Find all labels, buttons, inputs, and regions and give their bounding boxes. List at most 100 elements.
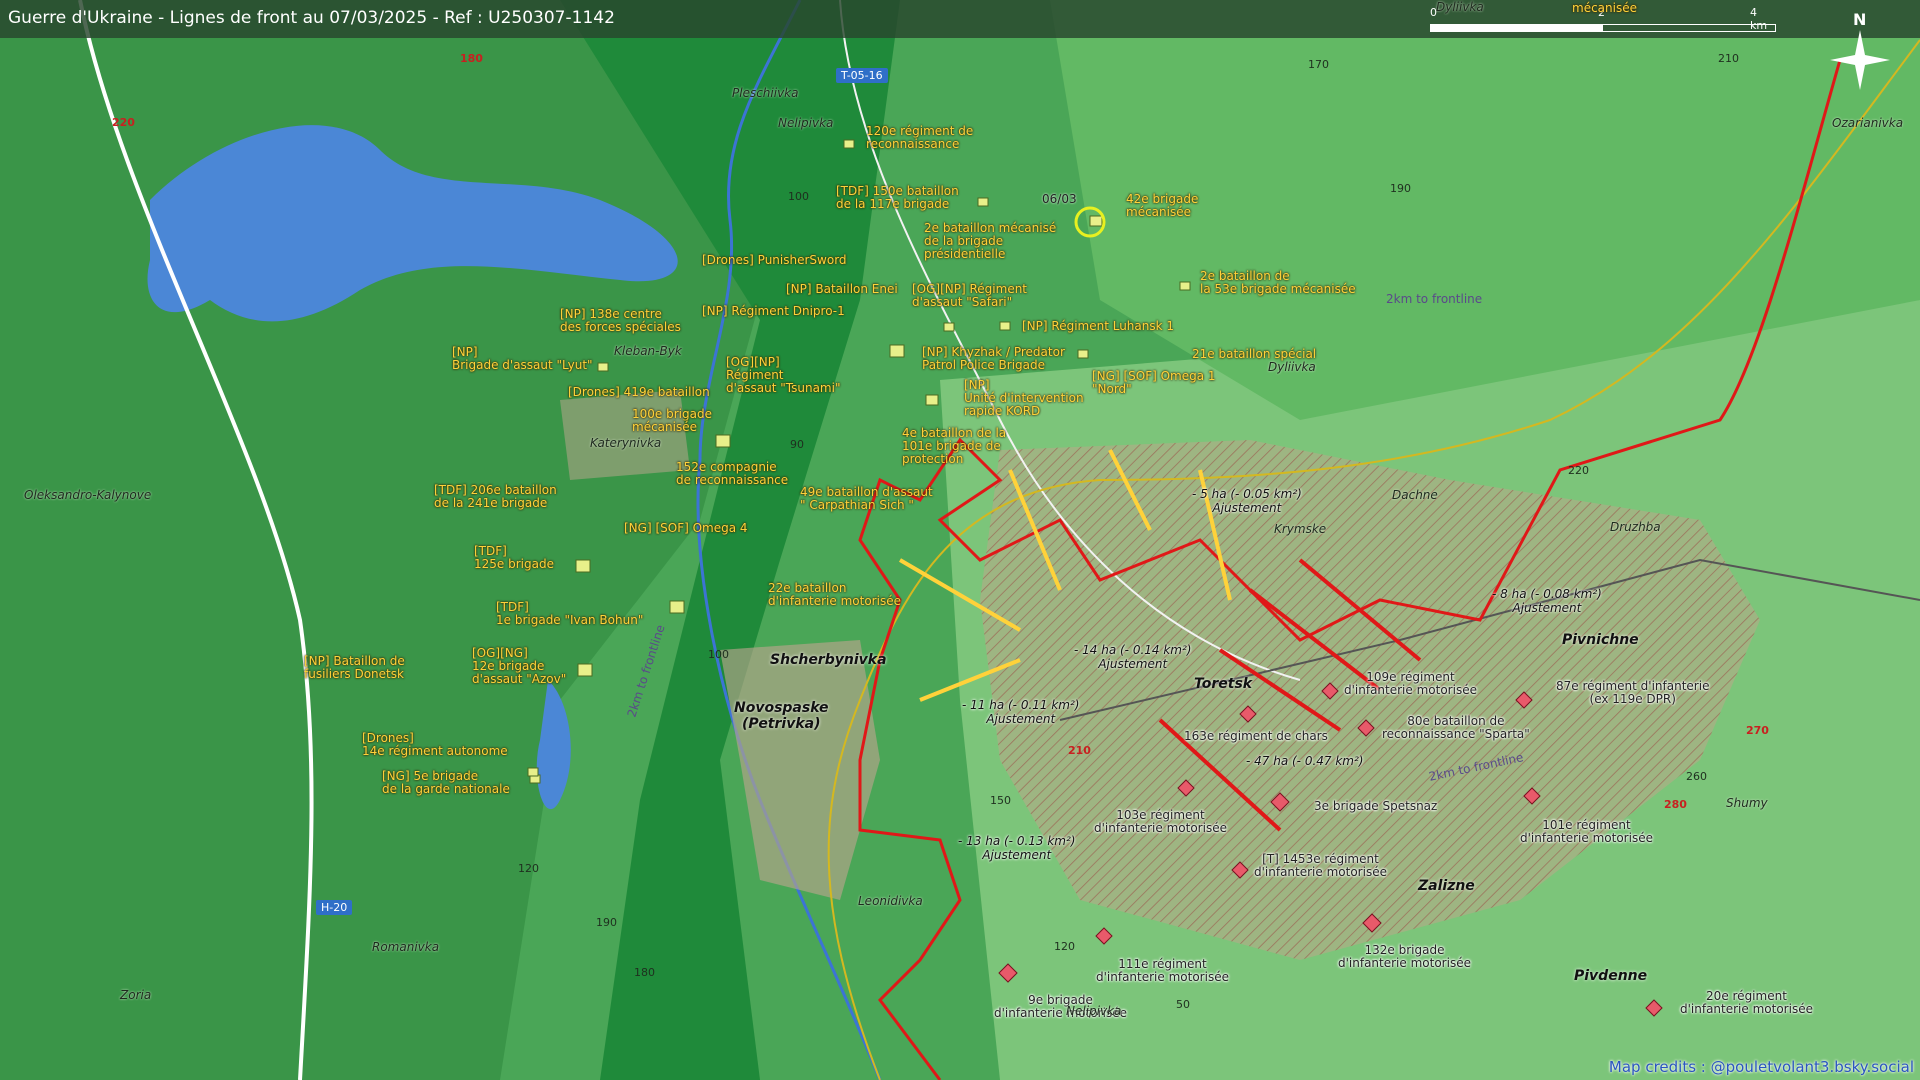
unit-label-rus: 109e régiment d'infanterie motorisée (1344, 670, 1477, 697)
elevation-label: 150 (990, 794, 1011, 807)
unit-label-ukr: 4e bataillon de la 101e brigade de prote… (902, 426, 1007, 466)
katerynivka-urban (560, 390, 690, 480)
adjustment-label: - 8 ha (- 0.08 km²) Ajustement (1492, 587, 1602, 615)
unit-label-rus: 101e régiment d'infanterie motorisée (1520, 818, 1653, 845)
unit-label-ukr: [TDF] 125e brigade (474, 544, 554, 571)
unit-label-ukr: [Drones] 419e bataillon (568, 385, 710, 399)
unit-label-ukr: 100e brigade mécanisée (632, 407, 712, 434)
unit-label-rus: 80e bataillon de reconnaissance "Sparta" (1382, 714, 1530, 741)
unit-label-ukr: [NG] 5e brigade de la garde nationale (382, 769, 510, 796)
town-label: Toretsk (1194, 676, 1253, 692)
elevation-label: 280 (1664, 798, 1687, 811)
road-badge: H-20 (316, 900, 353, 915)
place-label: Pleschiivka (732, 86, 799, 100)
unit-label-ukr: [TDF] 1e brigade "Ivan Bohun" (496, 600, 644, 627)
compass: N (1820, 10, 1900, 90)
unit-label-rus: 20e régiment d'infanterie motorisée (1680, 989, 1813, 1016)
elevation-label: 260 (1686, 770, 1707, 783)
unit-label-ukr: [Drones] 14e régiment autonome (362, 731, 508, 758)
unit-label-rus: [T] 1453e régiment d'infanterie motorisé… (1254, 852, 1387, 879)
elevation-label: 100 (788, 190, 809, 203)
elevation-label: 90 (790, 438, 804, 451)
place-label: Katerynivka (590, 436, 662, 450)
elevation-label: 180 (634, 966, 655, 979)
compass-star-icon (1830, 30, 1890, 90)
unit-label-ukr: [TDF] 150e bataillon de la 117e brigade (836, 184, 959, 211)
scale-bar-fill (1430, 24, 1603, 32)
unit-label-ukr: [NG] [SOF] Omega 1 "Nord" (1092, 369, 1216, 396)
town-label: Shcherbynivka (770, 652, 887, 668)
place-label: Romanivka (372, 940, 440, 954)
unit-label-ukr: [OG][NP] Régiment d'assaut "Safari" (912, 282, 1028, 309)
top-edge-label: mécanisée (1572, 1, 1637, 15)
elevation-label: 100 (708, 648, 729, 661)
place-top-dyliivka: Dyliivka (1436, 0, 1484, 14)
unit-label-ukr: 120e régiment de reconnaissance (866, 124, 974, 151)
place-label: Shumy (1726, 796, 1768, 810)
unit-label-ukr: 2e bataillon mécanisé de la brigade prés… (924, 221, 1057, 261)
unit-label-ukr: [NP] Bataillon Enei (786, 282, 898, 296)
place-label: Nelipivka (1066, 1004, 1122, 1018)
elevation-label: 180 (460, 52, 483, 65)
road-badge: T-05-16 (836, 68, 888, 83)
unit-label-ukr: 2e bataillon de la 53e brigade mécanisée (1200, 269, 1356, 296)
town-label: Novospaske (Petrivka) (734, 700, 829, 732)
frontline-distance-label: 2km to frontline (1386, 292, 1483, 306)
place-label: Oleksandro-Kalynove (24, 488, 152, 502)
scale-label-4km: 4 km (1750, 6, 1768, 32)
place-label: Zoria (120, 988, 152, 1002)
unit-label-ukr: [NP] Bataillon de fusiliers Donetsk (304, 654, 405, 681)
unit-label-rus: 3e brigade Spetsnaz (1314, 799, 1438, 813)
adjustment-label: - 47 ha (- 0.47 km²) (1246, 754, 1364, 768)
unit-label-ukr: [NP] Régiment Luhansk 1 (1022, 319, 1175, 333)
unit-label-ukr: [NP] Unité d'intervention rapide KORD (964, 378, 1084, 418)
map-title: Guerre d'Ukraine - Lignes de front au 07… (8, 8, 615, 28)
unit-label-ukr: 49e bataillon d'assaut " Carpathian Sich… (800, 485, 933, 512)
place-label: Druzhba (1610, 520, 1661, 534)
adjustment-label: - 5 ha (- 0.05 km²) Ajustement (1192, 487, 1302, 515)
adjustment-label: - 11 ha (- 0.11 km²) Ajustement (962, 698, 1080, 726)
map-credits[interactable]: Map credits : @pouletvolant3.bsky.social (1609, 1058, 1914, 1076)
elevation-label: 170 (1308, 58, 1329, 71)
unit-label-rus: 103e régiment d'infanterie motorisée (1094, 808, 1227, 835)
place-label: Nelipivka (778, 116, 834, 130)
town-label: Pivdenne (1574, 968, 1648, 984)
elevation-label: 50 (1176, 998, 1190, 1011)
elevation-label: 210 (1068, 744, 1091, 757)
unit-label-ukr: 22e bataillon d'infanterie motorisée (768, 581, 901, 608)
unit-label-ukr: [NP] Brigade d'assaut "Lyut" (452, 345, 593, 372)
town-label: Pivnichne (1562, 632, 1639, 648)
unit-label-rus: 111e régiment d'infanterie motorisée (1096, 957, 1229, 984)
date-marker: 06/03 (1042, 192, 1077, 206)
place-label: Ozarianivka (1832, 116, 1904, 130)
elevation-label: 190 (596, 916, 617, 929)
unit-label-rus: 87e régiment d'infanterie (ex 119e DPR) (1556, 679, 1710, 706)
unit-label-rus: 132e brigade d'infanterie motorisée (1338, 943, 1471, 970)
place-label: Kleban-Byk (614, 344, 682, 358)
place-label: Krymske (1274, 522, 1327, 536)
unit-label-ukr: 152e compagnie de reconnaissance (676, 460, 789, 487)
elevation-label: 120 (518, 862, 539, 875)
unit-label-ukr: [NP] Régiment Dnipro-1 (702, 304, 845, 318)
title-bar: Guerre d'Ukraine - Lignes de front au 07… (0, 0, 1920, 38)
town-label: Zalizne (1418, 878, 1475, 894)
adjustment-label: - 14 ha (- 0.14 km²) Ajustement (1074, 643, 1192, 671)
place-label: Dyliivka (1268, 360, 1316, 374)
unit-label-ukr: [Drones] PunisherSword (702, 253, 847, 267)
unit-label-ukr: [NP] Khyzhak / Predator Patrol Police Br… (922, 345, 1065, 372)
unit-label-ukr: [OG][NG] 12e brigade d'assaut "Azov" (472, 646, 567, 686)
unit-label-ukr: [OG][NP] Régiment d'assaut "Tsunami" (726, 355, 841, 395)
unit-label-ukr: [TDF] 206e bataillon de la 241e brigade (434, 483, 557, 510)
adjustment-label: - 13 ha (- 0.13 km²) Ajustement (958, 834, 1076, 862)
elevation-label: 120 (1054, 940, 1075, 953)
elevation-label: 270 (1746, 724, 1769, 737)
unit-label-ukr: [NG] [SOF] Omega 4 (624, 521, 748, 535)
place-label: Dachne (1392, 488, 1438, 502)
unit-label-ukr: [NP] 138e centre des forces spéciales (560, 307, 681, 334)
elevation-label: 220 (112, 116, 135, 129)
place-label: Leonidivka (858, 894, 923, 908)
map-canvas[interactable] (0, 0, 1920, 1080)
elevation-label: 220 (1568, 464, 1589, 477)
elevation-label: 210 (1718, 52, 1739, 65)
unit-label-rus: 163e régiment de chars (1184, 729, 1328, 743)
